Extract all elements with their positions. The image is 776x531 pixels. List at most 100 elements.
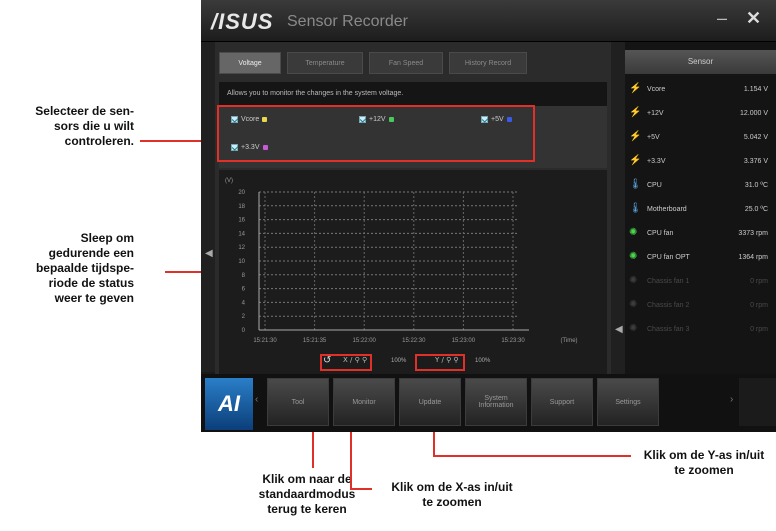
title-bar: /ISUS Sensor Recorder – ✕ (201, 0, 776, 42)
collapse-left-arrow-icon[interactable]: ◀ (205, 248, 213, 259)
tab-description: Allows you to monitor the changes in the… (219, 82, 607, 106)
x-tick-label: 15:22:00 (353, 338, 377, 344)
sensor-row[interactable]: ⚡ +12V 12.000 V (625, 104, 776, 124)
fan-icon: ✺ (629, 275, 638, 286)
highlight-y-zoom (415, 354, 465, 371)
leader-line-zoom-y-h (433, 455, 631, 457)
asus-logo: /ISUS (211, 9, 274, 34)
x-zoom-level: 100% (391, 358, 407, 364)
sensor-value: 3373 rpm (738, 230, 768, 237)
highlight-x-zoom (320, 354, 372, 371)
y-tick-label: 8 (242, 273, 246, 279)
nav-empty-slot (739, 378, 776, 426)
y-tick-label: 10 (238, 259, 245, 265)
nav-update-button[interactable]: Update (399, 378, 461, 426)
sensor-value: 5.042 V (743, 134, 768, 141)
sensor-row[interactable]: ⚡ +3.3V 3.376 V (625, 152, 776, 172)
sensor-name: CPU fan OPT (647, 254, 690, 261)
y-tick-label: 18 (238, 204, 245, 210)
sensor-name: Chassis fan 1 (647, 278, 690, 285)
sensor-value: 0 rpm (750, 278, 768, 285)
x-tick-label: 15:23:30 (501, 338, 525, 344)
x-tick-label: 15:21:30 (253, 338, 277, 344)
fan-icon: ✺ (629, 251, 638, 262)
sensor-row[interactable]: ✺ Chassis fan 3 0 rpm (625, 320, 776, 340)
y-tick-label: 12 (238, 245, 245, 251)
y-tick-label: 6 (242, 287, 246, 293)
y-tick-label: 20 (238, 190, 245, 196)
nav-tool-button[interactable]: Tool (267, 378, 329, 426)
y-tick-label: 14 (238, 231, 245, 237)
sensor-name: +3.3V (647, 158, 666, 165)
tab-temperature[interactable]: Temperature (287, 52, 363, 74)
tab-voltage[interactable]: Voltage (219, 52, 281, 74)
highlight-sensor-selection (217, 105, 535, 162)
x-tick-label: 15:23:00 (452, 338, 476, 344)
thermometer-icon: 🌡 (629, 179, 642, 190)
bottom-navigation-bar: AI ‹ Tool Monitor Update System Informat… (201, 374, 776, 432)
sensor-value: 1.154 V (743, 86, 768, 93)
annotation-reset-default: Klik om naar de standaardmodus terug te … (258, 472, 356, 516)
nav-prev-arrow-icon[interactable]: ‹ (255, 394, 258, 405)
sensor-row[interactable]: ⚡ +5V 5.042 V (625, 128, 776, 148)
ai-suite-logo[interactable]: AI (205, 378, 253, 430)
annotation-select-sensors: Selecteer de sen- sors die u wilt contro… (35, 104, 134, 148)
sensor-value: 0 rpm (750, 302, 768, 309)
sensor-panel: Sensor ⚡ Vcore 1.154 V ⚡ +12V 12.000 V ⚡ +5V 5.0… (625, 42, 776, 374)
sensor-row[interactable]: ✺ CPU fan OPT 1364 rpm (625, 248, 776, 268)
sensor-recorder-window: /ISUS Sensor Recorder – ✕ ◀ Voltage Temp… (201, 0, 776, 432)
nav-monitor-button[interactable]: Monitor (333, 378, 395, 426)
sensor-value: 12.000 V (739, 110, 768, 117)
y-tick-label: 2 (242, 314, 246, 320)
window-title: Sensor Recorder (287, 13, 408, 30)
sensor-value: 1364 rpm (738, 254, 768, 261)
collapse-right-arrow-icon[interactable]: ◀ (615, 324, 623, 335)
sensor-panel-header: Sensor (625, 50, 776, 74)
sensor-name: Chassis fan 3 (647, 326, 690, 333)
main-panel: Voltage Temperature Fan Speed History Re… (215, 42, 611, 374)
fan-icon: ✺ (629, 299, 638, 310)
voltage-icon: ⚡ (629, 155, 642, 166)
sensor-row[interactable]: ✺ Chassis fan 2 0 rpm (625, 296, 776, 316)
nav-support-button[interactable]: Support (531, 378, 593, 426)
sensor-name: Motherboard (647, 206, 687, 213)
close-button[interactable]: ✕ (746, 8, 761, 29)
nav-settings-button[interactable]: Settings (597, 378, 659, 426)
minimize-button[interactable]: – (717, 8, 727, 29)
fan-icon: ✺ (629, 227, 638, 238)
voltage-chart-area[interactable]: (V) 20 18 16 14 12 10 8 6 4 2 0 15:21:30 15:21:35 15:2… (219, 170, 607, 374)
sensor-row[interactable]: 🌡 CPU 31.0 ºC (625, 176, 776, 196)
annotation-zoom-x: Klik om de X-as in/uit te zoomen (391, 480, 513, 509)
nav-system-information-button[interactable]: System Information (465, 378, 527, 426)
y-zoom-level: 100% (475, 358, 491, 364)
y-tick-label: 0 (242, 328, 246, 334)
voltage-icon: ⚡ (629, 107, 642, 118)
sensor-value: 25.0 ºC (744, 206, 768, 213)
voltage-icon: ⚡ (629, 131, 642, 142)
sensor-value: 0 rpm (750, 326, 768, 333)
x-tick-label: 15:22:30 (402, 338, 426, 344)
sensor-name: CPU (647, 182, 662, 189)
sensor-row[interactable]: ✺ Chassis fan 1 0 rpm (625, 272, 776, 292)
nav-next-arrow-icon[interactable]: › (730, 394, 733, 405)
right-edge-bar: ◀ (611, 42, 625, 374)
x-axis-label: (Time) (560, 338, 577, 344)
tab-fan-speed[interactable]: Fan Speed (369, 52, 443, 74)
y-tick-label: 16 (238, 218, 245, 224)
tab-history-record[interactable]: History Record (449, 52, 527, 74)
annotation-drag-period: Sleep om gedurende een bepaalde tijdspe-… (35, 231, 134, 305)
sensor-name: +5V (647, 134, 660, 141)
leader-line-zoom-x-h (350, 488, 372, 490)
sensor-value: 3.376 V (743, 158, 768, 165)
sensor-name: CPU fan (647, 230, 674, 237)
y-axis-label: (V) (225, 178, 233, 184)
voltage-icon: ⚡ (629, 83, 642, 94)
thermometer-icon: 🌡 (629, 203, 642, 214)
sensor-row[interactable]: ✺ CPU fan 3373 rpm (625, 224, 776, 244)
sensor-name: +12V (647, 110, 664, 117)
sensor-row[interactable]: 🌡 Motherboard 25.0 ºC (625, 200, 776, 220)
sensor-row[interactable]: ⚡ Vcore 1.154 V (625, 80, 776, 100)
voltage-chart[interactable]: (V)2018161412108642015:21:30 15:21:35 15:2… (219, 170, 607, 374)
sensor-name: Vcore (647, 86, 666, 93)
annotation-zoom-y: Klik om de Y-as in/uit te zoomen (643, 448, 765, 477)
